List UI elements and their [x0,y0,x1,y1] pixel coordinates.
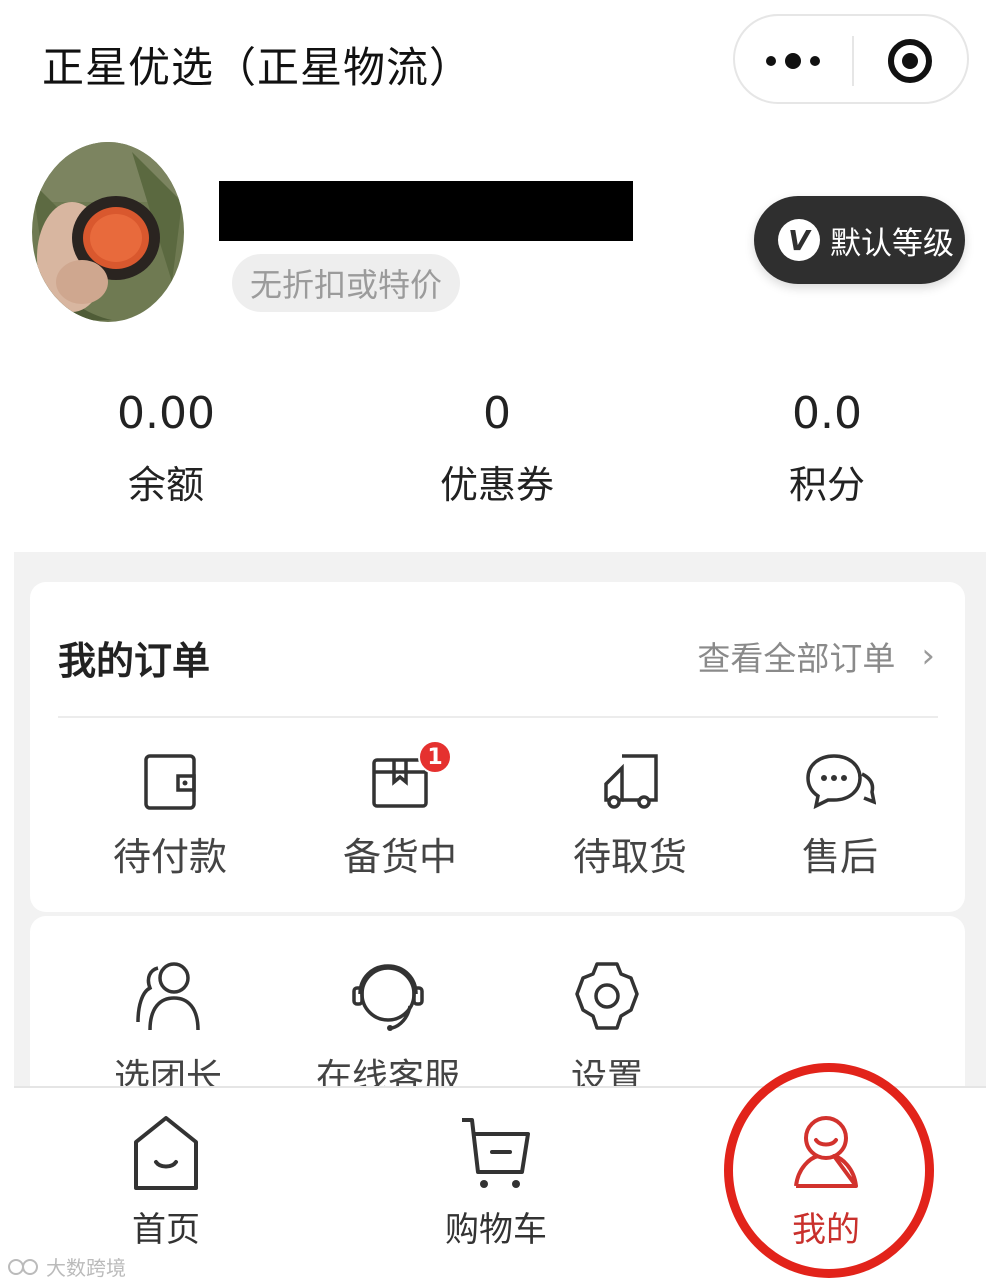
order-after-sales-label: 售后 [801,835,878,879]
tab-cart[interactable]: 购物车 [396,1112,596,1251]
highlight-circle [724,1063,934,1278]
wallet-icon [144,754,196,810]
watermark-text: 大数跨境 [46,1256,126,1280]
target-close-icon[interactable] [875,36,945,86]
order-after-sales[interactable]: 售后 [750,750,930,881]
order-pending-payment-label: 待付款 [112,835,227,879]
stat-coupons[interactable]: 0 优惠券 [397,384,597,509]
vip-level-icon: V [778,219,820,261]
more-dots-icon[interactable] [757,39,829,83]
page-title: 正星优选（正星物流） [42,43,473,92]
stat-coupons-label: 优惠券 [439,463,554,507]
cart-icon [462,1118,530,1188]
stat-coupons-value: 0 [483,388,511,439]
preparing-count-badge: 1 [418,740,452,774]
orders-card: 我的订单 查看全部订单 › 待付款 备货中 1 待取货 售后 [30,582,965,912]
tool-settings[interactable]: 设置 [517,958,697,1100]
tool-choose-leader[interactable]: 选团长 [78,958,258,1100]
order-awaiting-pickup[interactable]: 待取货 [540,750,720,881]
tab-cart-label: 购物车 [445,1210,547,1250]
tab-home-label: 首页 [132,1210,200,1250]
member-level-button[interactable]: V 默认等级 [754,196,965,284]
order-preparing-label: 备货中 [342,835,457,879]
view-all-orders-link[interactable]: 查看全部订单 › [697,632,935,680]
member-level-label: 默认等级 [830,225,954,262]
redacted-username [219,181,633,241]
orders-title: 我的订单 [58,639,211,683]
stat-points-label: 积分 [788,463,865,507]
stat-balance-label: 余额 [127,463,204,507]
home-icon [134,1116,198,1190]
stat-balance[interactable]: 0.00 余额 [66,384,266,509]
gear-icon [575,962,639,1030]
users-icon [136,962,200,1031]
headset-icon [352,964,424,1031]
tab-home[interactable]: 首页 [66,1112,266,1251]
divider [58,716,938,718]
watermark-logo-icon [8,1258,38,1275]
view-all-orders-label: 查看全部订单 [697,639,896,678]
order-awaiting-pickup-label: 待取货 [572,835,687,879]
order-pending-payment[interactable]: 待付款 [80,750,260,881]
avatar[interactable] [32,142,184,322]
tool-online-service[interactable]: 在线客服 [298,958,478,1100]
chevron-right-icon: › [921,636,935,676]
stat-points[interactable]: 0.0 积分 [727,384,927,509]
mini-program-capsule [733,14,969,104]
stat-points-value: 0.0 [792,388,862,439]
watermark: 大数跨境 [6,1252,126,1281]
discount-tag: 无折扣或特价 [232,254,460,312]
chat-icon [806,754,876,810]
capsule-divider [852,36,854,86]
order-preparing[interactable]: 备货中 [310,750,490,881]
truck-icon [604,754,658,809]
stat-balance-value: 0.00 [117,388,215,439]
